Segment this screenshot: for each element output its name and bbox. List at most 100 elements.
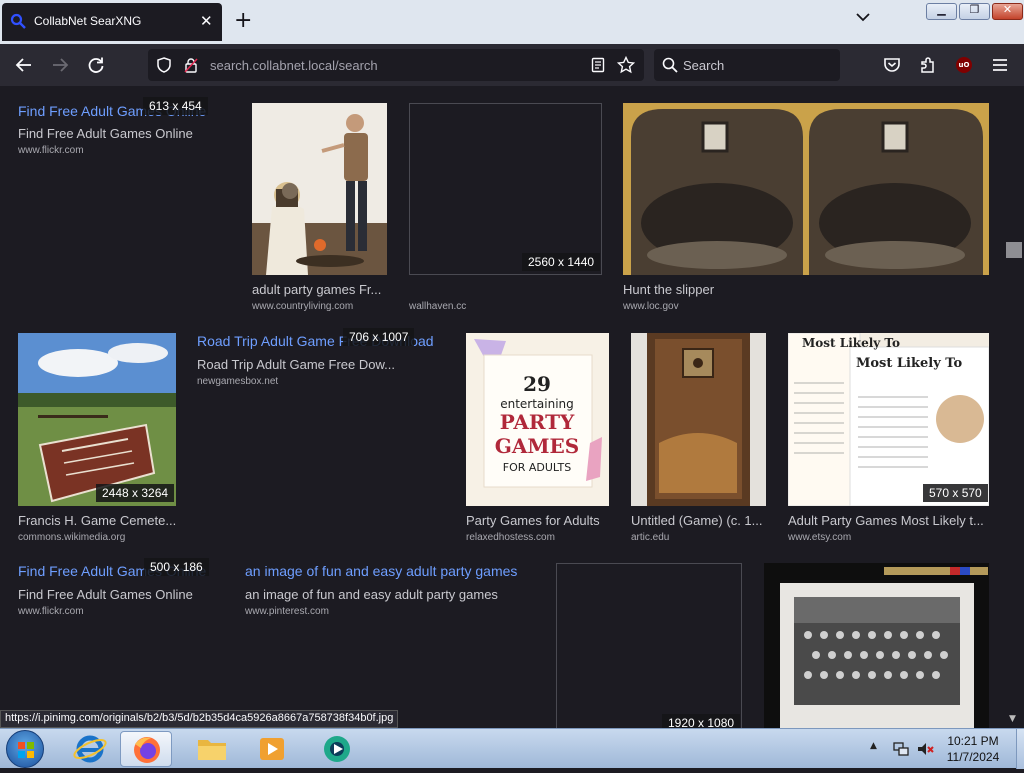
result-description: Party Games for Adults: [466, 513, 600, 528]
window-close-button[interactable]: ✕: [992, 3, 1023, 20]
result-description: adult party games Fr...: [252, 282, 382, 297]
resolution-badge: 2560 x 1440: [522, 253, 601, 271]
lock-icon[interactable]: [183, 57, 199, 73]
result-thumbnail[interactable]: [631, 333, 766, 506]
maximize-button[interactable]: ❐: [959, 3, 990, 20]
result-title[interactable]: an image of fun and easy adult party gam…: [245, 563, 517, 579]
show-desktop-button[interactable]: [1016, 729, 1024, 769]
clock-time: 10:21 PM: [947, 734, 999, 748]
result-description: Francis H. Game Cemete...: [18, 513, 177, 528]
resolution-badge: 500 x 186: [144, 558, 209, 576]
result-description: Adult Party Games Most Likely t...: [788, 513, 984, 528]
result-source: commons.wikimedia.org: [18, 532, 126, 543]
stereograph-image: [623, 103, 989, 275]
start-button[interactable]: [6, 730, 44, 768]
taskbar-firefox[interactable]: [120, 731, 172, 767]
search-icon: [662, 57, 678, 73]
url-text[interactable]: search.collabnet.local/search: [210, 58, 378, 73]
result-source: artic.edu: [631, 532, 670, 543]
resolution-badge: 570 x 570: [923, 484, 988, 502]
result-source: www.countryliving.com: [252, 301, 354, 312]
link-status-bar: https://i.pinimg.com/originals/b2/b3/5d/…: [0, 710, 399, 728]
shield-icon[interactable]: [156, 57, 172, 73]
printable-heading-back: Most Likely To: [802, 336, 900, 350]
window-controls: ▁ ❐ ✕: [926, 3, 1023, 20]
result-description: Untitled (Game) (c. 1...: [631, 513, 763, 528]
result-source: newgamesbox.net: [197, 376, 279, 387]
framed-group-photo-image: [764, 563, 989, 728]
taskbar-media-player[interactable]: [246, 731, 298, 767]
result-source: wallhaven.cc: [409, 301, 467, 312]
network-icon[interactable]: [892, 740, 910, 758]
resolution-badge: 1920 x 1080: [662, 714, 741, 728]
menu-icon[interactable]: [990, 55, 1010, 75]
resolution-badge: 706 x 1007: [343, 328, 415, 346]
extensions-icon[interactable]: [918, 55, 938, 75]
taskbar-app[interactable]: [310, 731, 362, 767]
result-description: an image of fun and easy adult party gam…: [245, 587, 498, 602]
new-tab-icon[interactable]: +: [234, 8, 252, 34]
pocket-icon[interactable]: [882, 55, 902, 75]
clock-date: 11/7/2024: [946, 750, 1000, 764]
reload-icon[interactable]: [86, 55, 106, 75]
result-description: Find Free Adult Games Online: [18, 126, 193, 141]
result-source: www.flickr.com: [18, 145, 84, 156]
forward-arrow-icon[interactable]: [50, 55, 70, 75]
chevron-down-icon[interactable]: [856, 12, 870, 22]
poster-number: 29: [523, 372, 551, 396]
result-thumbnail[interactable]: [252, 103, 387, 275]
url-path: /search: [335, 58, 378, 73]
folder-icon: [198, 740, 226, 760]
taskbar-file-explorer[interactable]: [186, 731, 238, 767]
ublock-origin-icon[interactable]: uO: [956, 57, 972, 73]
party-games-poster-image: 29 entertaining PARTY GAMES FOR ADULTS: [466, 333, 609, 506]
result-source: www.pinterest.com: [245, 606, 329, 617]
app-icon: [324, 736, 350, 762]
most-likely-to-printable-image: Most Likely To Most Likely To: [788, 333, 989, 506]
windows-taskbar: ▲ 10:21 PM 11/7/2024: [0, 728, 1024, 769]
party-photo-image: [252, 103, 387, 275]
address-bar[interactable]: search.collabnet.local/search: [148, 49, 644, 81]
tab-title: CollabNet SearXNG: [34, 14, 142, 28]
result-thumbnail[interactable]: [764, 563, 989, 728]
result-source: www.loc.gov: [623, 301, 679, 312]
reader-view-icon[interactable]: [590, 57, 606, 73]
back-arrow-icon[interactable]: [14, 55, 34, 75]
tray-expand-icon[interactable]: ▲: [870, 741, 877, 751]
result-source: www.flickr.com: [18, 606, 84, 617]
navigation-toolbar: search.collabnet.local/search Search uO: [0, 44, 1024, 86]
firefox-icon: [134, 737, 160, 763]
result-thumbnail[interactable]: [409, 103, 602, 275]
close-icon[interactable]: ✕: [200, 12, 213, 30]
result-source: www.etsy.com: [788, 532, 852, 543]
taskbar-internet-explorer[interactable]: [64, 731, 116, 767]
search-input[interactable]: Search: [654, 49, 840, 81]
result-thumbnail[interactable]: Most Likely To Most Likely To: [788, 333, 989, 506]
scroll-down-icon[interactable]: ▼: [1009, 714, 1016, 724]
result-thumbnail[interactable]: [556, 563, 742, 728]
resolution-badge: 2448 x 3264: [96, 484, 175, 502]
poster-word-party: PARTY: [500, 410, 575, 434]
wooden-cabinet-image: [631, 333, 766, 506]
search-placeholder: Search: [683, 58, 725, 73]
url-host: search.collabnet.local: [210, 58, 336, 73]
result-thumbnail[interactable]: [18, 333, 176, 506]
result-description: Road Trip Adult Game Free Dow...: [197, 357, 395, 372]
result-thumbnail[interactable]: 29 entertaining PARTY GAMES FOR ADULTS: [466, 333, 609, 506]
tab-active[interactable]: CollabNet SearXNG ✕: [2, 3, 222, 41]
clock[interactable]: 10:21 PM 11/7/2024: [928, 733, 1018, 765]
minimize-button[interactable]: ▁: [926, 3, 957, 20]
windows-logo-icon: [18, 742, 34, 758]
scrollbar-thumb[interactable]: [1006, 242, 1022, 258]
bookmark-star-icon[interactable]: [617, 56, 635, 74]
result-description: Find Free Adult Games Online: [18, 587, 193, 602]
printable-heading-front: Most Likely To: [856, 356, 962, 371]
cemetery-sign-image: [18, 333, 176, 506]
poster-subtitle: entertaining: [500, 397, 574, 411]
tab-strip: CollabNet SearXNG ✕ + ▁ ❐ ✕: [0, 0, 1024, 44]
resolution-badge: 613 x 454: [143, 97, 208, 115]
media-player-icon: [260, 738, 284, 760]
poster-for-adults: FOR ADULTS: [503, 461, 572, 474]
result-thumbnail[interactable]: [623, 103, 989, 275]
result-source: relaxedhostess.com: [466, 532, 555, 543]
